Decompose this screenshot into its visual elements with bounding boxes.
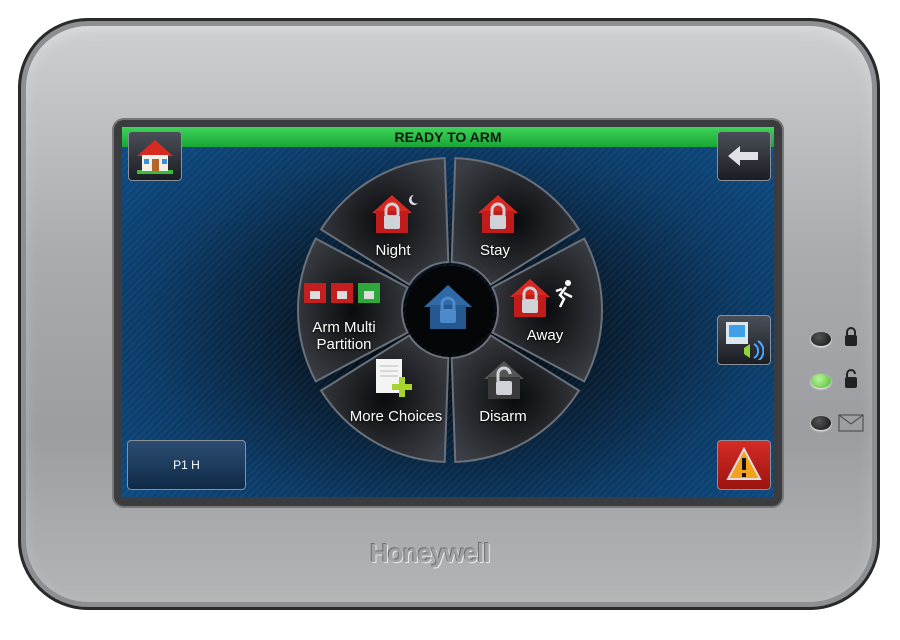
lock-icon bbox=[845, 327, 857, 346]
monitor-speaker-icon bbox=[726, 322, 764, 360]
panic-button[interactable] bbox=[717, 440, 771, 490]
touch-screen: READY TO ARM P1 H Night Stay Away Disarm… bbox=[122, 127, 774, 497]
wheel-label-arm-multi-partition: Arm Multi Partition bbox=[312, 319, 376, 353]
brand-logo: Honeywell bbox=[370, 538, 491, 568]
envelope-icon bbox=[838, 414, 864, 432]
wheel-label-disarm: Disarm bbox=[479, 408, 527, 425]
partition-button[interactable]: P1 H bbox=[127, 440, 246, 490]
partition-locks-icon bbox=[304, 283, 380, 303]
wheel-label-away: Away bbox=[526, 327, 564, 344]
wheel-label-stay: Stay bbox=[479, 242, 511, 259]
house-lock-moon-icon bbox=[372, 195, 418, 233]
warning-icon bbox=[726, 447, 762, 480]
armed-led bbox=[811, 332, 831, 346]
house-lock-icon bbox=[478, 195, 518, 233]
partition-label: P1 H bbox=[173, 458, 200, 472]
house-unlock-icon bbox=[484, 361, 524, 399]
house-lock-icon bbox=[424, 285, 472, 329]
ready-led bbox=[811, 374, 831, 388]
wheel-label-night: Night bbox=[375, 242, 411, 259]
document-plus-icon bbox=[376, 359, 412, 397]
message-led bbox=[811, 416, 831, 430]
unlock-icon bbox=[845, 369, 857, 388]
house-lock-running-icon bbox=[510, 279, 573, 317]
voice-button[interactable] bbox=[717, 315, 771, 365]
wheel-label-more-choices: More Choices bbox=[349, 408, 443, 425]
